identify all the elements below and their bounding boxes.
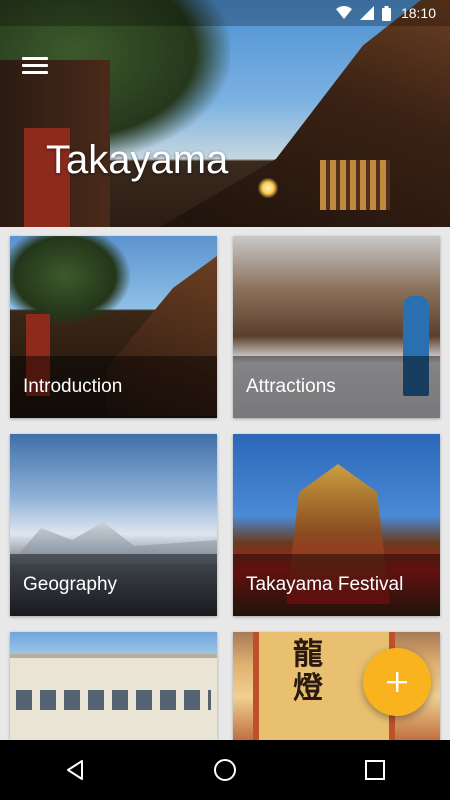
status-time: 18:10 bbox=[400, 5, 436, 21]
card-introduction[interactable]: Introduction bbox=[10, 236, 217, 418]
card-label: Geography bbox=[23, 574, 118, 595]
menu-icon[interactable] bbox=[20, 55, 50, 77]
add-button[interactable] bbox=[363, 648, 431, 716]
card-image-tree bbox=[10, 236, 130, 326]
card-attractions[interactable]: Attractions bbox=[233, 236, 440, 418]
plus-icon bbox=[387, 672, 407, 692]
navigation-bar bbox=[0, 740, 450, 800]
card-takayama-festival[interactable]: Takayama Festival bbox=[233, 434, 440, 616]
card-geography[interactable]: Geography bbox=[10, 434, 217, 616]
battery-icon bbox=[381, 5, 391, 21]
card-image-windows bbox=[16, 690, 211, 710]
card-image-lantern-kanji: 龍燈 bbox=[293, 637, 323, 706]
back-button[interactable] bbox=[45, 740, 105, 800]
header-image bbox=[0, 0, 450, 227]
status-bar: 18:10 bbox=[0, 0, 450, 26]
card-label: Takayama Festival bbox=[246, 574, 404, 595]
page-title: Takayama bbox=[46, 138, 229, 182]
card-label: Introduction bbox=[23, 376, 123, 397]
wifi-icon bbox=[335, 6, 352, 20]
recents-button[interactable] bbox=[345, 740, 405, 800]
home-icon bbox=[214, 759, 236, 781]
card-station[interactable] bbox=[10, 632, 217, 740]
signal-icon bbox=[359, 6, 374, 20]
street-lamp bbox=[258, 178, 278, 198]
lit-windows bbox=[320, 160, 390, 210]
back-icon bbox=[67, 760, 83, 780]
home-button[interactable] bbox=[195, 740, 255, 800]
card-label: Attractions bbox=[246, 376, 336, 397]
recents-icon bbox=[365, 760, 385, 780]
